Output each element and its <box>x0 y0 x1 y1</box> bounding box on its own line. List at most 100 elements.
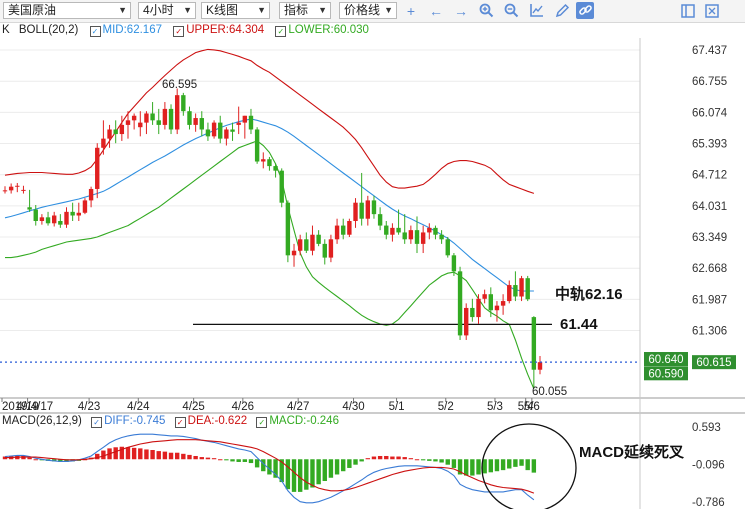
arrow-right-icon[interactable]: → <box>452 2 470 19</box>
product-select[interactable]: 美国原油 ▼ <box>3 2 131 19</box>
upper-toggle[interactable]: ✓ UPPER:64.304 <box>173 24 264 37</box>
candle-body <box>267 159 272 167</box>
candle-body <box>433 227 438 235</box>
macd-histogram-bar <box>144 449 149 460</box>
period-select[interactable]: 4小时 ▼ <box>138 2 196 19</box>
candle-body <box>328 239 334 258</box>
date-tick-label: 4/26 <box>232 401 254 413</box>
pencil-icon[interactable] <box>553 2 571 19</box>
macd-histogram-bar <box>236 459 241 462</box>
candle-body <box>414 230 420 244</box>
date-tick-label: 4/23 <box>78 401 100 413</box>
death-cross-circle <box>481 423 577 509</box>
diff-toggle[interactable]: ✓ DIFF:-0.745 <box>91 415 166 428</box>
macd-tick-label: -0.786 <box>692 497 725 509</box>
price-line-select[interactable]: 价格线 ▼ <box>339 2 397 19</box>
toolbar: 美国原油 ▼ 4小时 ▼ K线图 ▼ 指标 ▼ 价格线 ▼ + ← → <box>0 0 745 23</box>
candle-body <box>482 294 487 299</box>
boll-legend: K BOLL(20,2) ✓ MID:62.167 ✓ UPPER:64.304 ✓… <box>2 24 369 37</box>
candle-body <box>21 189 26 191</box>
candle-body <box>427 227 432 233</box>
candle-body <box>205 129 211 137</box>
candle-body <box>439 234 444 240</box>
macd-histogram-bar <box>230 459 235 462</box>
link-icon[interactable] <box>576 2 594 19</box>
macd-histogram-bar <box>402 457 407 460</box>
candle-body <box>531 317 537 370</box>
zoom-out-icon[interactable] <box>502 2 520 19</box>
price-tag-upper-bg <box>644 352 688 367</box>
candle-body <box>371 200 377 215</box>
macd-histogram-bar <box>15 455 20 460</box>
candle-body <box>119 124 125 135</box>
candle-body <box>494 305 500 311</box>
chart-type-select[interactable]: K线图 ▼ <box>201 2 270 19</box>
grid <box>0 49 640 332</box>
diff-value: DIFF:-0.745 <box>104 415 166 427</box>
price-tick-label: 64.712 <box>692 170 727 182</box>
lower-toggle[interactable]: ✓ LOWER:60.030 <box>275 24 369 37</box>
mid-toggle[interactable]: ✓ MID:62.167 <box>89 24 162 37</box>
candle-body <box>211 122 217 137</box>
candle-body <box>150 113 155 121</box>
candle-body <box>464 307 469 336</box>
macd-histogram-bar <box>119 446 125 460</box>
boll-mid-line <box>4 118 534 292</box>
macd-histogram-bar <box>261 459 266 472</box>
arrow-left-icon[interactable]: ← <box>427 2 445 19</box>
candle-body <box>353 202 358 221</box>
candle-body <box>138 122 143 128</box>
macd-histogram-bar <box>254 459 260 468</box>
macd-histogram-bar <box>248 459 254 464</box>
crosshair-icon[interactable]: + <box>402 2 420 19</box>
date-tick-label: 2019/4/17 <box>2 401 53 413</box>
macd-histogram-bar <box>107 448 112 460</box>
macd-histogram-bar <box>2 456 8 460</box>
macd-diff-line <box>4 433 535 504</box>
chart-fit-icon[interactable] <box>527 2 545 19</box>
candle-body <box>156 120 161 125</box>
checkbox-icon: ✓ <box>256 417 268 428</box>
macd-histogram-bar <box>353 459 358 465</box>
zoom-in-icon[interactable] <box>477 2 495 19</box>
candle-body <box>322 243 327 258</box>
window-restore-icon[interactable] <box>679 2 697 19</box>
macd-panel <box>2 423 577 509</box>
boll-lower-line <box>5 140 535 390</box>
macd-histogram-bar <box>64 459 69 462</box>
candle-body <box>500 301 506 306</box>
price-tick-label: 63.349 <box>692 232 727 244</box>
date-tick-label: 5/3 <box>487 401 503 413</box>
macd-histogram-bar <box>162 451 168 460</box>
macd-histogram-bar <box>328 459 334 478</box>
candle-body <box>113 129 118 135</box>
candle-body <box>27 207 32 210</box>
dea-toggle[interactable]: ✓ DEA:-0.622 <box>174 415 247 428</box>
macd-toggle[interactable]: ✓ MACD:-0.246 <box>256 415 339 428</box>
price-tick-label: 61.987 <box>692 294 727 306</box>
candle-body <box>396 227 401 233</box>
checkbox-icon: ✓ <box>89 26 101 37</box>
candle-body <box>334 225 340 240</box>
macd-histogram-bar <box>371 456 377 460</box>
macd-note: MACD延续死叉 <box>579 443 685 461</box>
price-tag-lower: 60.590 <box>648 368 683 380</box>
macd-histogram-bar <box>76 459 81 461</box>
candle-body <box>359 202 364 219</box>
macd-histogram-bar <box>211 458 217 460</box>
candle-body <box>470 307 475 318</box>
macd-histogram-bar <box>396 456 401 460</box>
indicator-select[interactable]: 指标 ▼ <box>279 2 331 19</box>
candle-body <box>230 129 235 132</box>
candle-body <box>107 129 112 139</box>
candle-body <box>224 129 229 139</box>
lower-value: LOWER:60.030 <box>288 24 369 36</box>
chevron-down-icon: ▼ <box>384 5 393 15</box>
candle-body <box>408 230 414 240</box>
candle-body <box>261 159 266 162</box>
window-maximize-icon[interactable] <box>703 2 721 19</box>
price-tick-label: 66.755 <box>692 76 727 88</box>
chevron-down-icon: ▼ <box>257 5 266 15</box>
macd-histogram-bar <box>51 459 57 462</box>
macd-histogram-bar <box>519 459 524 466</box>
